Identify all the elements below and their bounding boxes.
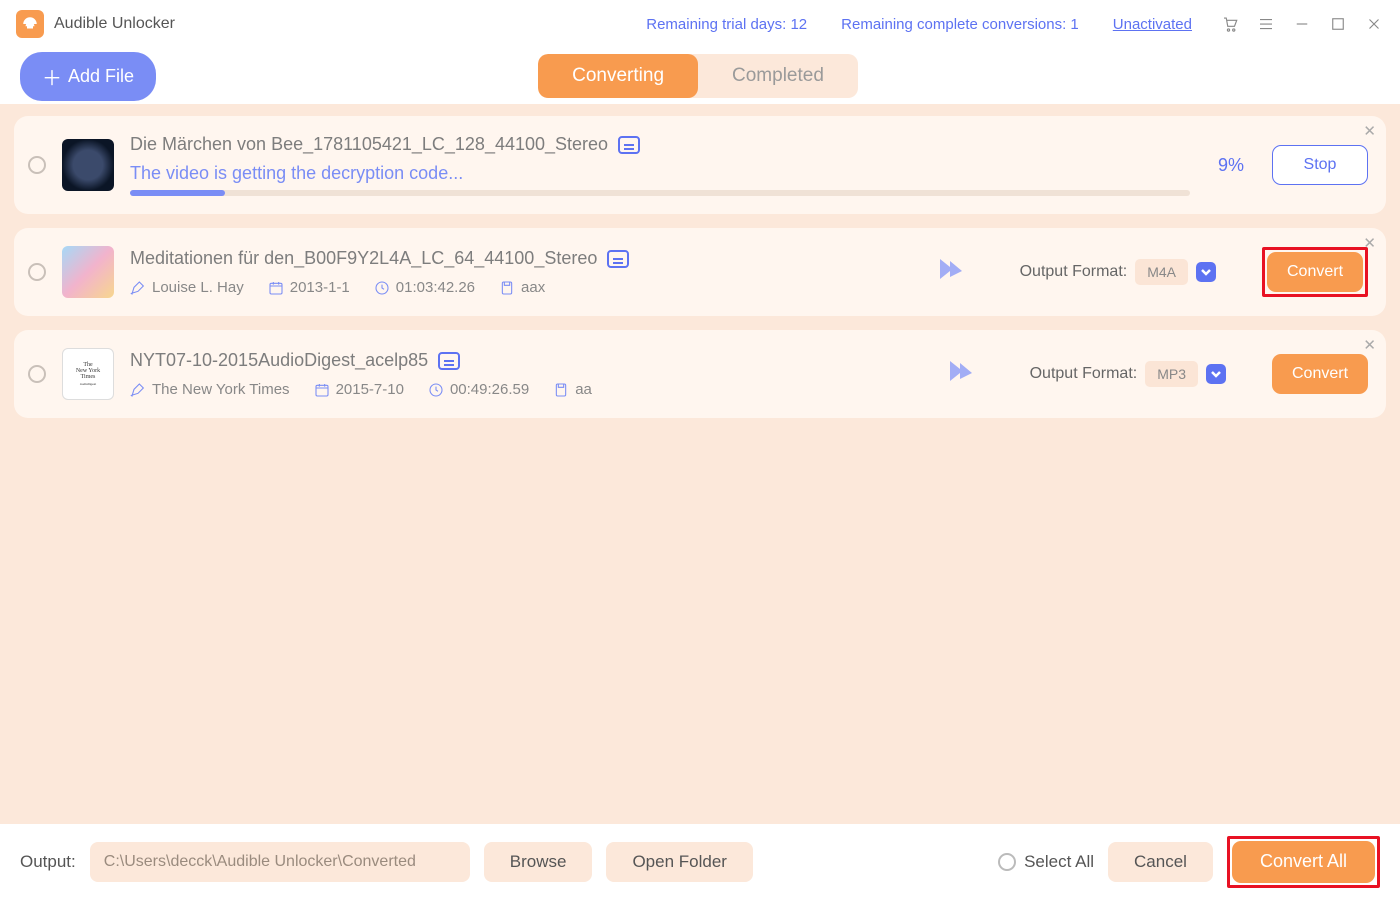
open-folder-button[interactable]: Open Folder	[606, 842, 753, 882]
format-dropdown[interactable]	[1206, 364, 1226, 384]
output-format-value: M4A	[1135, 259, 1188, 285]
output-path-input[interactable]	[90, 842, 470, 882]
file-icon	[553, 382, 569, 398]
queue-item: ✕ TheNew YorkTimes AudioDigest NYT07-10-…	[14, 330, 1386, 418]
date-meta: 2015-7-10	[314, 381, 404, 398]
item-checkbox[interactable]	[28, 365, 46, 383]
output-format-label: Output Format:	[1030, 365, 1138, 383]
app-title: Audible Unlocker	[54, 15, 175, 33]
author-meta: The New York Times	[130, 381, 290, 398]
remove-item-icon[interactable]: ✕	[1363, 336, 1376, 354]
remaining-conversions-label: Remaining complete conversions: 1	[841, 16, 1079, 33]
convert-button[interactable]: Convert	[1267, 252, 1363, 292]
author-meta: Louise L. Hay	[130, 279, 244, 296]
calendar-icon	[314, 382, 330, 398]
title-bar: Audible Unlocker Remaining trial days: 1…	[0, 0, 1400, 48]
duration-meta: 01:03:42.26	[374, 279, 475, 296]
highlight-annotation: Convert All	[1227, 836, 1380, 888]
format-dropdown[interactable]	[1196, 262, 1216, 282]
output-format-value: MP3	[1145, 361, 1198, 387]
clock-icon	[374, 280, 390, 296]
tab-completed[interactable]: Completed	[698, 54, 858, 98]
browse-button[interactable]: Browse	[484, 842, 593, 882]
clock-icon	[428, 382, 444, 398]
remove-item-icon[interactable]: ✕	[1363, 122, 1376, 140]
remove-item-icon[interactable]: ✕	[1363, 234, 1376, 252]
item-thumbnail	[62, 139, 114, 191]
maximize-icon[interactable]	[1328, 14, 1348, 34]
app-logo-icon	[16, 10, 44, 38]
tab-converting[interactable]: Converting	[538, 54, 698, 98]
content-area: ✕ Die Märchen von Bee_1781105421_LC_128_…	[0, 104, 1400, 824]
item-thumbnail: TheNew YorkTimes AudioDigest	[62, 348, 114, 400]
item-title: NYT07-10-2015AudioDigest_acelp85	[130, 350, 428, 371]
pen-icon	[130, 280, 146, 296]
toolbar: ＋ Add File Converting Completed	[0, 48, 1400, 104]
footer-bar: Output: Browse Open Folder Select All Ca…	[0, 824, 1400, 899]
queue-item: ✕ Meditationen für den_B00F9Y2L4A_LC_64_…	[14, 228, 1386, 316]
trial-days-label: Remaining trial days: 12	[646, 16, 807, 33]
menu-icon[interactable]	[1256, 14, 1276, 34]
convert-button[interactable]: Convert	[1272, 354, 1368, 394]
subtitle-icon[interactable]	[618, 136, 640, 154]
date-meta: 2013-1-1	[268, 279, 350, 296]
progress-bar	[130, 190, 1190, 196]
filetype-meta: aa	[553, 381, 592, 398]
close-icon[interactable]	[1364, 14, 1384, 34]
unactivated-link[interactable]: Unactivated	[1113, 16, 1192, 33]
output-format-label: Output Format:	[1020, 263, 1128, 281]
add-file-button[interactable]: ＋ Add File	[20, 52, 156, 101]
item-title: Die Märchen von Bee_1781105421_LC_128_44…	[130, 134, 608, 155]
item-status: The video is getting the decryption code…	[130, 163, 1190, 184]
select-all-checkbox[interactable]: Select All	[998, 852, 1094, 872]
subtitle-icon[interactable]	[607, 250, 629, 268]
tab-bar: Converting Completed	[538, 54, 858, 98]
add-file-label: Add File	[68, 66, 134, 87]
progress-percent: 9%	[1218, 155, 1244, 176]
select-all-label: Select All	[1024, 852, 1094, 872]
output-label: Output:	[20, 852, 76, 872]
queue-item: ✕ Die Märchen von Bee_1781105421_LC_128_…	[14, 116, 1386, 214]
item-thumbnail	[62, 246, 114, 298]
stop-button[interactable]: Stop	[1272, 145, 1368, 185]
calendar-icon	[268, 280, 284, 296]
arrow-icon	[934, 259, 964, 286]
item-checkbox[interactable]	[28, 156, 46, 174]
progress-fill	[130, 190, 225, 196]
file-icon	[499, 280, 515, 296]
arrow-icon	[944, 361, 974, 388]
filetype-meta: aax	[499, 279, 545, 296]
radio-icon	[998, 853, 1016, 871]
highlight-annotation: Convert	[1262, 247, 1368, 297]
item-title: Meditationen für den_B00F9Y2L4A_LC_64_44…	[130, 248, 597, 269]
plus-icon: ＋	[42, 62, 62, 91]
pen-icon	[130, 382, 146, 398]
duration-meta: 00:49:26.59	[428, 381, 529, 398]
minimize-icon[interactable]	[1292, 14, 1312, 34]
subtitle-icon[interactable]	[438, 352, 460, 370]
cart-icon[interactable]	[1220, 14, 1240, 34]
item-checkbox[interactable]	[28, 263, 46, 281]
convert-all-button[interactable]: Convert All	[1232, 841, 1375, 883]
cancel-button[interactable]: Cancel	[1108, 842, 1213, 882]
